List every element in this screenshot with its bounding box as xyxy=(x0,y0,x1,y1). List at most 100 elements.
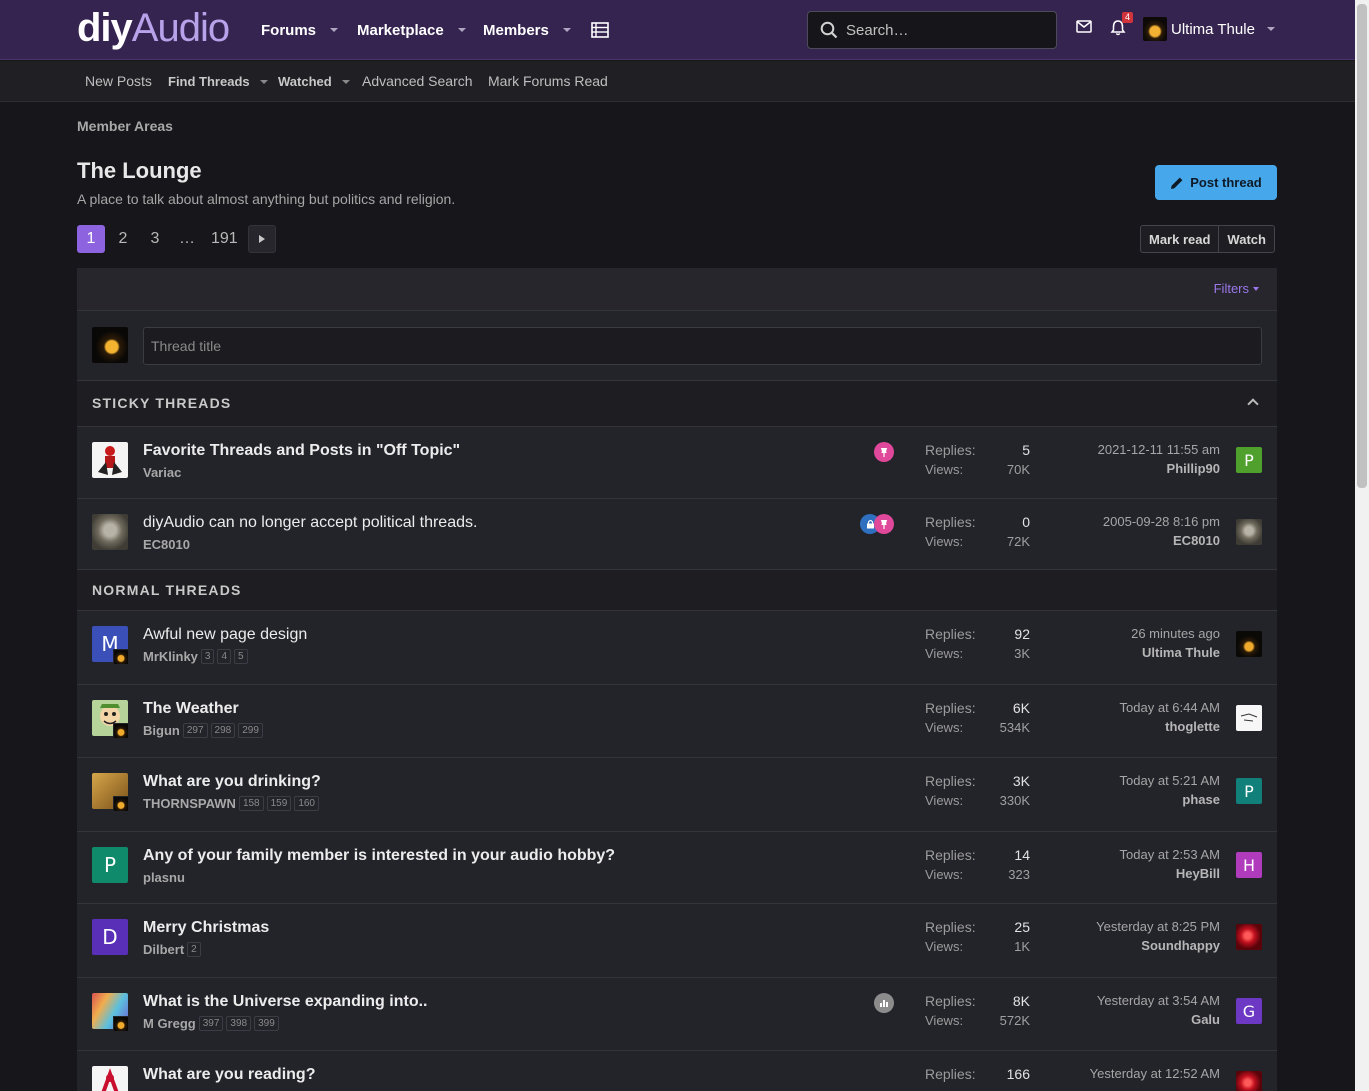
chevron-down-icon[interactable] xyxy=(341,79,350,84)
thread-row[interactable]: Favorite Threads and Posts in "Off Topic… xyxy=(77,427,1277,499)
thread-author[interactable]: plasnu xyxy=(143,870,185,885)
last-post-user[interactable]: Soundhappy xyxy=(1096,938,1220,953)
thread-row[interactable]: D Merry Christmas Dilbert 2 Replies: 25 Vi… xyxy=(77,904,1277,978)
chevron-down-icon[interactable] xyxy=(562,28,571,32)
site-logo[interactable]: diyAudio xyxy=(77,4,230,52)
last-post-info: Yesterday at 12:52 AM xyxy=(1090,1066,1220,1081)
user-menu[interactable]: Ultima Thule xyxy=(1143,17,1275,41)
thread-author[interactable]: MrKlinky 3 4 5 xyxy=(143,649,248,664)
page-jump-link[interactable]: 5 xyxy=(234,649,248,664)
find-threads-link[interactable]: Find Threads xyxy=(168,74,268,89)
page-jump-link[interactable]: 297 xyxy=(182,723,208,738)
mark-read-button[interactable]: Mark read xyxy=(1141,226,1218,252)
nav-forums[interactable]: Forums xyxy=(261,0,339,60)
thread-title[interactable]: What is the Universe expanding into.. xyxy=(143,993,427,1011)
new-posts-link[interactable]: New Posts xyxy=(85,73,152,89)
scrollbar-thumb[interactable] xyxy=(1357,4,1367,488)
thread-title[interactable]: Any of your family member is interested … xyxy=(143,847,615,865)
chevron-down-icon[interactable] xyxy=(259,79,268,84)
last-post-user[interactable]: Galu xyxy=(1097,1012,1220,1027)
thread-title[interactable]: What are you drinking? xyxy=(143,773,321,791)
page-jump-link[interactable]: 2 xyxy=(187,942,201,957)
page-jump-link[interactable]: 159 xyxy=(266,796,292,811)
watch-button[interactable]: Watch xyxy=(1218,226,1274,252)
thread-title[interactable]: Merry Christmas xyxy=(143,919,269,937)
last-post-user[interactable]: Ultima Thule xyxy=(1131,645,1220,660)
page-jump-link[interactable]: 298 xyxy=(210,723,236,738)
thread-row[interactable]: What are you reading? Replies: 166 Yester… xyxy=(77,1051,1277,1091)
page-jump-link[interactable]: 158 xyxy=(238,796,264,811)
thread-row[interactable]: P Any of your family member is intereste… xyxy=(77,832,1277,904)
thread-row[interactable]: diyAudio can no longer accept political … xyxy=(77,499,1277,570)
thread-title[interactable]: What are you reading? xyxy=(143,1066,315,1084)
chevron-down-icon[interactable] xyxy=(457,28,466,32)
next-page-button[interactable] xyxy=(247,225,276,253)
last-post-user[interactable]: thoglette xyxy=(1120,719,1220,734)
filters-dropdown[interactable]: Filters xyxy=(1214,281,1259,296)
thread-author[interactable]: Bigun 297 298 299 xyxy=(143,723,263,738)
page-jump-link[interactable]: 4 xyxy=(217,649,232,664)
last-post-time[interactable]: 26 minutes ago xyxy=(1131,626,1220,641)
thread-row[interactable]: The Weather Bigun 297 298 299 Replies: 6K Vi… xyxy=(77,685,1277,758)
collapse-icon[interactable] xyxy=(1247,398,1259,410)
last-post-user[interactable]: phase xyxy=(1120,792,1220,807)
page-jump-link[interactable]: 299 xyxy=(238,723,263,738)
thread-title[interactable]: Favorite Threads and Posts in "Off Topic… xyxy=(143,442,460,460)
last-post-time[interactable]: 2021-12-11 11:55 am xyxy=(1098,442,1220,457)
page-link-2[interactable]: 2 xyxy=(109,225,137,253)
thread-author[interactable]: EC8010 xyxy=(143,537,190,552)
thread-author[interactable]: M Gregg 397 398 399 xyxy=(143,1016,279,1031)
advanced-search-link[interactable]: Advanced Search xyxy=(362,73,473,89)
page-link-3[interactable]: 3 xyxy=(141,225,169,253)
thread-author[interactable]: Variac xyxy=(143,465,181,480)
nav-marketplace[interactable]: Marketplace xyxy=(357,0,466,60)
watched-link[interactable]: Watched xyxy=(278,74,350,89)
last-poster-avatar[interactable] xyxy=(1236,924,1262,950)
thread-title-input[interactable]: Thread title xyxy=(143,327,1262,365)
inbox-icon[interactable] xyxy=(1076,20,1092,36)
thread-row[interactable]: What is the Universe expanding into.. M … xyxy=(77,978,1277,1051)
last-poster-avatar[interactable] xyxy=(1236,631,1262,657)
last-poster-avatar[interactable] xyxy=(1236,1071,1262,1091)
last-poster-avatar[interactable]: G xyxy=(1236,998,1262,1024)
page-link-last[interactable]: 191 xyxy=(205,225,244,253)
page-jump-link[interactable]: 160 xyxy=(294,796,319,811)
last-post-time[interactable]: Yesterday at 12:52 AM xyxy=(1090,1066,1220,1081)
thread-title[interactable]: The Weather xyxy=(143,700,239,718)
last-post-time[interactable]: Yesterday at 8:25 PM xyxy=(1096,919,1220,934)
nav-members[interactable]: Members xyxy=(483,0,571,60)
page-jump-link[interactable]: 399 xyxy=(254,1016,279,1031)
thread-author[interactable]: THORNSPAWN 158 159 160 xyxy=(143,796,319,811)
mark-forums-read-link[interactable]: Mark Forums Read xyxy=(488,73,608,89)
thread-row[interactable]: M Awful new page design MrKlinky 3 4 5 Repl… xyxy=(77,611,1277,685)
last-poster-avatar[interactable] xyxy=(1236,519,1262,545)
last-poster-avatar[interactable] xyxy=(1236,705,1262,731)
page-jump-link[interactable]: 397 xyxy=(198,1016,224,1031)
last-post-user[interactable]: HeyBill xyxy=(1120,866,1220,881)
page-link-1[interactable]: 1 xyxy=(77,225,105,253)
breadcrumb[interactable]: Member Areas xyxy=(77,118,173,134)
last-post-time[interactable]: Yesterday at 3:54 AM xyxy=(1097,993,1220,1008)
last-post-user[interactable]: EC8010 xyxy=(1103,533,1220,548)
last-post-time[interactable]: 2005-09-28 8:16 pm xyxy=(1103,514,1220,529)
thread-title[interactable]: diyAudio can no longer accept political … xyxy=(143,514,477,532)
page-jump-link[interactable]: 398 xyxy=(226,1016,252,1031)
last-poster-avatar[interactable]: H xyxy=(1236,852,1262,878)
last-post-time[interactable]: Today at 6:44 AM xyxy=(1120,700,1220,715)
last-post-user[interactable]: Phillip90 xyxy=(1098,461,1220,476)
whats-new-icon[interactable] xyxy=(591,0,609,60)
avatar xyxy=(113,649,129,665)
last-post-time[interactable]: Today at 2:53 AM xyxy=(1120,847,1220,862)
chevron-down-icon[interactable] xyxy=(1266,27,1275,31)
thread-row[interactable]: What are you drinking? THORNSPAWN 158 159 1… xyxy=(77,758,1277,832)
chevron-down-icon[interactable] xyxy=(330,28,339,32)
last-poster-avatar[interactable]: P xyxy=(1236,778,1262,804)
page-jump-link[interactable]: 3 xyxy=(200,649,215,664)
last-poster-avatar[interactable]: P xyxy=(1236,447,1262,473)
post-thread-button[interactable]: Post thread xyxy=(1155,165,1277,200)
last-post-time[interactable]: Today at 5:21 AM xyxy=(1120,773,1220,788)
search-input[interactable]: Search… xyxy=(807,11,1057,49)
page-ellipsis[interactable]: … xyxy=(173,225,201,253)
thread-author[interactable]: Dilbert 2 xyxy=(143,942,201,957)
thread-title[interactable]: Awful new page design xyxy=(143,626,307,644)
